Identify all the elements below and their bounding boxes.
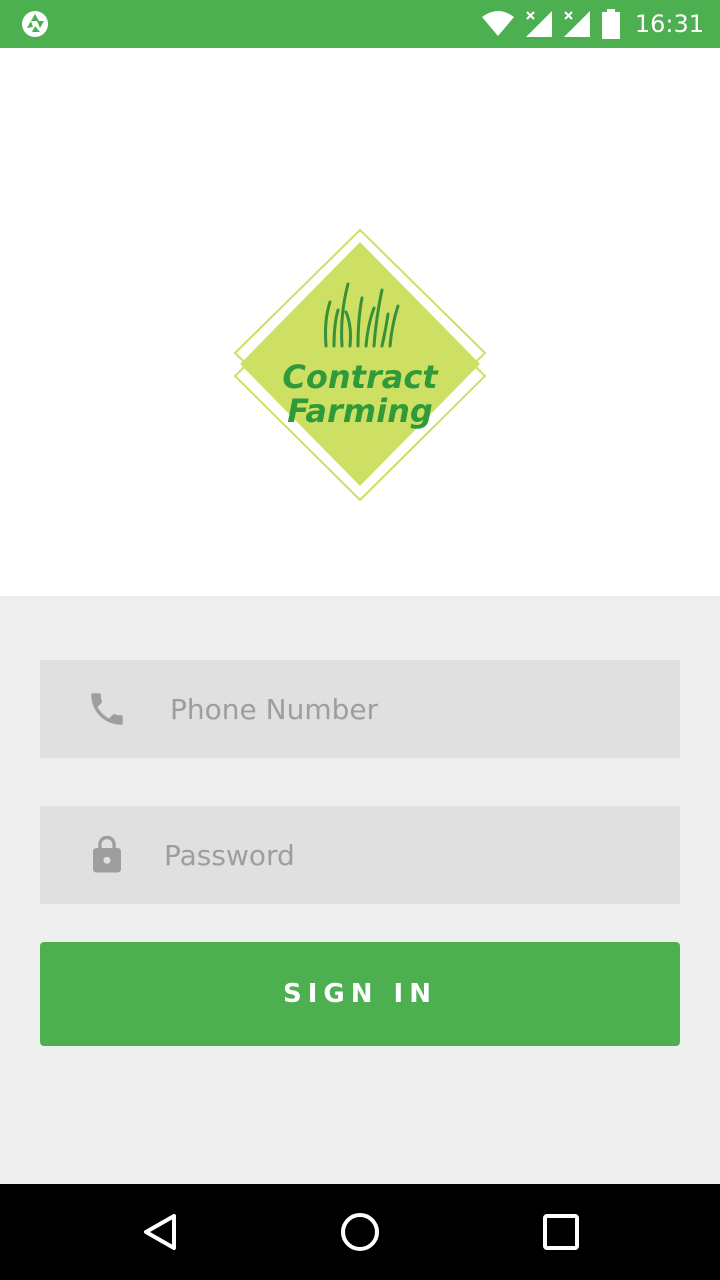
phone-icon [91,693,123,725]
navigation-bar [0,1184,720,1280]
signal-icon [563,11,590,37]
phone-field[interactable] [40,660,680,758]
password-input[interactable] [164,806,644,904]
sign-in-button[interactable]: SIGN IN [40,942,680,1046]
password-field[interactable] [40,806,680,904]
recents-icon[interactable] [541,1212,581,1252]
phone-input[interactable] [170,660,650,758]
home-icon[interactable] [340,1212,380,1252]
shutter-icon [22,11,48,37]
logo-area: Contract Farming [0,48,720,596]
login-form: SIGN IN [0,596,720,1184]
wifi-icon [481,11,514,36]
signal-icon [525,11,552,37]
logo-text-line2: Farming [287,392,433,430]
battery-icon [601,9,620,39]
lock-icon [93,835,121,873]
status-bar: 16:31 [0,0,720,48]
back-icon[interactable] [140,1212,180,1252]
status-time: 16:31 [634,10,704,38]
logo-text-line1: Contract [282,358,439,396]
contract-farming-logo: Contract Farming [233,228,487,502]
